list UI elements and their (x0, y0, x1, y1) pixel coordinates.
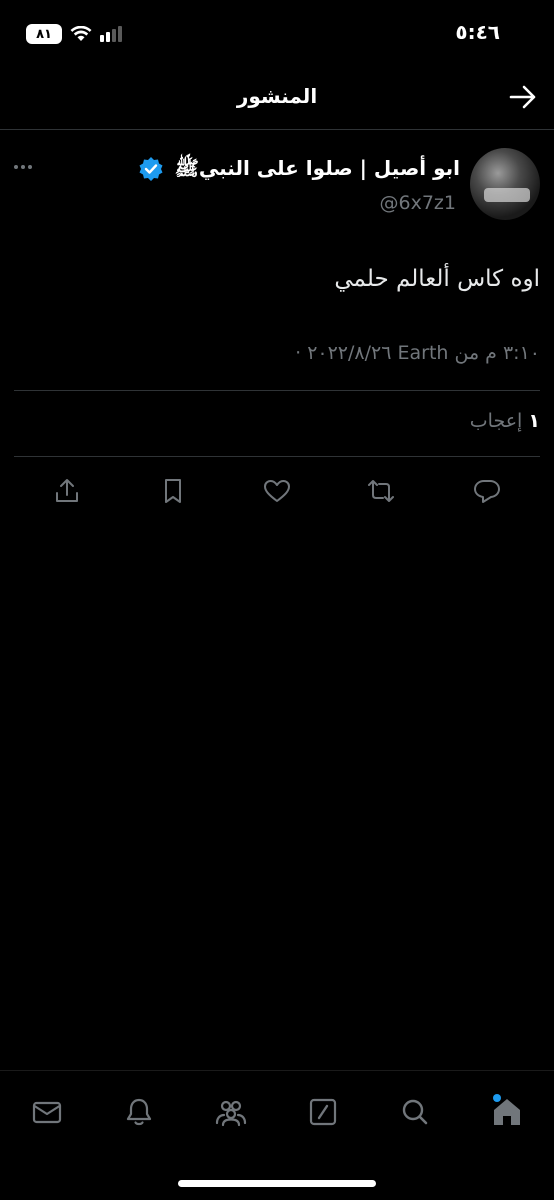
share-icon[interactable] (52, 476, 82, 506)
status-bar: ٥:٤٦ ٨١ (0, 0, 554, 62)
page-title: المنشور (236, 84, 318, 108)
likes-count[interactable]: ١ إعجاب (470, 410, 540, 432)
author-handle[interactable]: @6x7z1 (380, 192, 456, 214)
cellular-signal-icon (100, 26, 122, 42)
post-timestamp: ٣:١٠ م من Earth ٢٠٢٢/٨/٢٦ · (295, 342, 540, 364)
post-actions (0, 472, 554, 512)
more-dots-icon[interactable] (14, 160, 40, 174)
search-icon[interactable] (398, 1095, 432, 1129)
home-indicator[interactable] (178, 1180, 376, 1187)
verified-badge-icon (138, 156, 164, 182)
likes-label: إعجاب (469, 410, 523, 432)
arrow-right-icon[interactable] (508, 84, 538, 110)
retweet-icon[interactable] (366, 476, 396, 506)
communities-icon[interactable] (214, 1095, 248, 1129)
author-name[interactable]: ابو أصيل | صلوا على النبيﷺ (175, 156, 460, 185)
post-text: اوه كاس ألعالم حلمي (334, 266, 540, 292)
divider (14, 390, 540, 391)
status-time: ٥:٤٦ (455, 20, 500, 44)
likes-number: ١ (528, 410, 540, 432)
battery-icon: ٨١ (26, 24, 62, 44)
post-header: المنشور (0, 62, 554, 130)
compose-icon[interactable] (306, 1095, 340, 1129)
divider (14, 456, 540, 457)
avatar[interactable] (470, 148, 540, 220)
messages-icon[interactable] (30, 1095, 64, 1129)
new-posts-indicator (493, 1094, 501, 1102)
notifications-icon[interactable] (122, 1095, 156, 1129)
heart-icon[interactable] (262, 476, 292, 506)
bookmark-icon[interactable] (158, 476, 188, 506)
wifi-icon (70, 26, 92, 42)
status-icons: ٨١ (26, 24, 122, 44)
reply-icon[interactable] (472, 476, 502, 506)
